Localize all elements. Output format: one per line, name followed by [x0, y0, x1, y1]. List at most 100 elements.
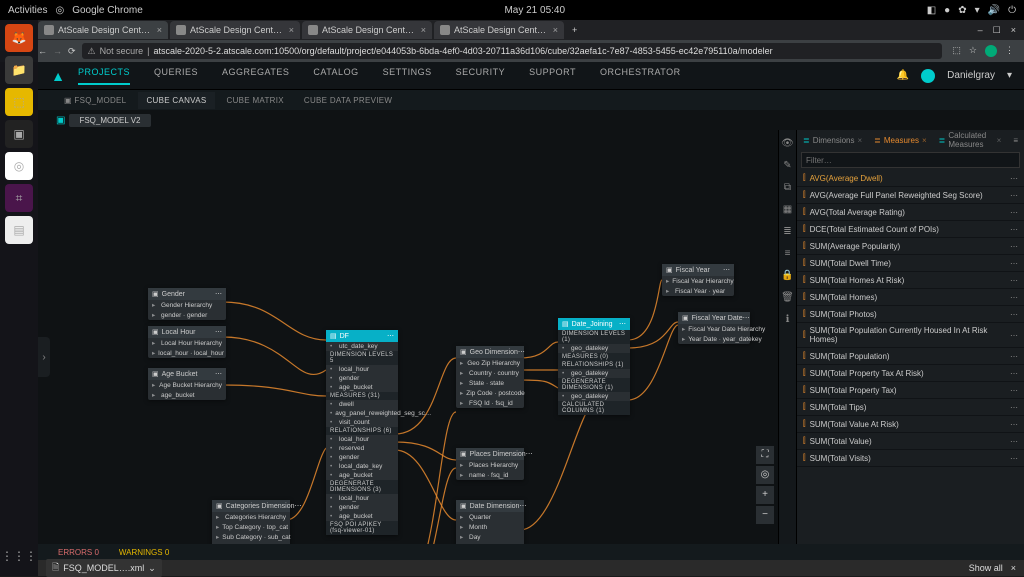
tool-grid-icon[interactable]: ▦ [781, 204, 795, 218]
node-header[interactable]: ▣Local Hour⋯ [148, 326, 226, 338]
more-icon[interactable]: ⋯ [1010, 331, 1018, 340]
node-menu-icon[interactable]: ⋯ [215, 370, 222, 378]
node-categories[interactable]: ▣Categories Dimension⋯▸Categories Hierar… [212, 500, 290, 544]
power-icon[interactable]: ⏻ [1008, 5, 1016, 16]
node-menu-icon[interactable]: ⋯ [518, 348, 525, 356]
node-row[interactable]: ▸ age_bucket [148, 390, 226, 400]
window-close-icon[interactable]: × [1011, 25, 1016, 36]
more-icon[interactable]: ⋯ [1010, 386, 1018, 395]
nav-support[interactable]: SUPPORT [529, 67, 576, 85]
node-row[interactable]: ▸ Year Date · year_datekey [678, 334, 750, 344]
launcher-firefox[interactable]: 🦊 [5, 24, 33, 52]
node-row[interactable]: ▸ gender · gender [148, 310, 226, 320]
close-icon[interactable]: × [157, 25, 162, 35]
download-chip[interactable]: 🗎 FSQ_MODEL….xml ⌄ [46, 559, 162, 577]
more-icon[interactable]: ⋯ [1010, 191, 1018, 200]
zoom-out-button[interactable]: − [756, 506, 774, 524]
node-header[interactable]: ▣Gender⋯ [148, 288, 226, 300]
active-app-label[interactable]: Google Chrome [72, 5, 143, 16]
browser-tab[interactable]: AtScale Design Center: C…× [38, 21, 168, 39]
measure-item[interactable]: ⫿AVG(Average Full Panel Reweighted Seg S… [797, 187, 1024, 204]
close-icon[interactable]: × [553, 25, 558, 35]
node-menu-icon[interactable]: ⋯ [526, 450, 533, 458]
launcher-chrome[interactable]: ◎ [5, 152, 33, 180]
node-section-header[interactable]: DEGENERATE DIMENSIONS (3) [326, 480, 398, 494]
node-row[interactable]: •utc_date_key [326, 342, 398, 351]
close-icon[interactable]: × [421, 25, 426, 35]
node-date-dim[interactable]: ▣Date Dimension⋯▸Quarter▸Month▸Day▸Date … [456, 500, 524, 544]
more-icon[interactable]: ⋯ [1010, 293, 1018, 302]
measure-item[interactable]: ⫿SUM(Total Visits)⋯ [797, 450, 1024, 467]
subtab-cube-data-preview[interactable]: CUBE DATA PREVIEW [296, 92, 400, 109]
more-icon[interactable]: ⋯ [1010, 242, 1018, 251]
panel-tab-calculated-measures[interactable]: ≣Calculated Measures× [933, 130, 1008, 153]
errors-label[interactable]: ERRORS 0 [58, 548, 99, 557]
node-fiscal-year-date[interactable]: ▣Fiscal Year Date⋯▸Fiscal Year Date Hier… [678, 312, 750, 344]
tool-eye-icon[interactable]: 👁 [781, 138, 795, 152]
browser-tab[interactable]: AtScale Design Center: A…× [302, 21, 432, 39]
panel-tab-dimensions[interactable]: ≣Dimensions× [797, 132, 868, 149]
nav-forward-icon[interactable]: → [53, 46, 62, 56]
browser-tab[interactable]: AtScale Design Center: P…× [170, 21, 300, 39]
panel-tab-measures[interactable]: ≣Measures× [868, 132, 933, 149]
node-header[interactable]: ▣Date Dimension⋯ [456, 500, 524, 512]
node-row[interactable]: •geo_datekey [558, 392, 630, 401]
measure-item[interactable]: ⫿SUM(Total Dwell Time)⋯ [797, 255, 1024, 272]
panel-menu-icon[interactable]: ≡ [1007, 132, 1024, 149]
tray-icon[interactable]: ◧ [927, 5, 936, 16]
tool-trash-icon[interactable]: 🗑 [781, 292, 795, 306]
nav-back-icon[interactable]: ← [38, 46, 47, 56]
node-section-header[interactable]: CALCULATED COLUMNS (1) [558, 401, 630, 415]
node-row[interactable]: •geo_datekey [558, 369, 630, 378]
more-icon[interactable]: ⋯ [1010, 276, 1018, 285]
more-icon[interactable]: ⋯ [1010, 437, 1018, 446]
measure-item[interactable]: ⫿SUM(Total Homes)⋯ [797, 289, 1024, 306]
tool-lock-icon[interactable]: 🔒 [781, 270, 795, 284]
chevron-down-icon[interactable]: ▾ [1007, 70, 1012, 81]
node-menu-icon[interactable]: ⋯ [519, 502, 526, 510]
node-header[interactable]: ▣Geo Dimension⋯ [456, 346, 524, 358]
node-row[interactable]: ▸Fiscal Year Hierarchy [662, 276, 734, 286]
node-section-header[interactable]: DEGENERATE DIMENSIONS (1) [558, 378, 630, 392]
node-menu-icon[interactable]: ⋯ [723, 266, 730, 274]
more-icon[interactable]: ⋯ [1010, 225, 1018, 234]
node-row[interactable]: •reserved [326, 444, 398, 453]
node-row[interactable]: ▸Date · datekey [456, 542, 524, 544]
chevron-down-icon[interactable]: ⌄ [148, 563, 156, 574]
node-section-header[interactable]: MEASURES (0) [558, 353, 630, 361]
avatar-icon[interactable] [921, 69, 935, 83]
measure-item[interactable]: ⫿SUM(Total Value)⋯ [797, 433, 1024, 450]
reload-icon[interactable]: ⟳ [68, 46, 76, 57]
extensions-icon[interactable]: ⬚ [952, 45, 961, 57]
node-row[interactable]: •age_bucket [326, 512, 398, 521]
bookmark-icon[interactable]: ☆ [969, 45, 977, 57]
nav-security[interactable]: SECURITY [456, 67, 506, 85]
measure-item[interactable]: ⫿SUM(Total Property Tax)⋯ [797, 382, 1024, 399]
more-icon[interactable]: ⋯ [1010, 310, 1018, 319]
window-minimize-icon[interactable]: – [978, 25, 983, 36]
measure-item[interactable]: ⫿SUM(Total Value At Risk)⋯ [797, 416, 1024, 433]
nav-orchestrator[interactable]: ORCHESTRATOR [600, 67, 681, 85]
measure-item[interactable]: ⫿AVG(Total Average Rating)⋯ [797, 204, 1024, 221]
close-icon[interactable]: × [289, 25, 294, 35]
node-row[interactable]: ▸ Country · country [456, 368, 524, 378]
tool-edit-icon[interactable]: ✎ [781, 160, 795, 174]
breadcrumb[interactable]: FSQ_MODEL V2 [69, 114, 150, 127]
window-maximize-icon[interactable]: ☐ [993, 25, 1001, 36]
zoom-in-button[interactable]: + [756, 486, 774, 504]
atscale-logo-icon[interactable]: ▲ [38, 68, 78, 84]
node-header[interactable]: ▣Age Bucket⋯ [148, 368, 226, 380]
node-local-hour[interactable]: ▣Local Hour⋯▸Local Hour Hierarchy▸ local… [148, 326, 226, 358]
node-places-dim[interactable]: ▣Places Dimension⋯▸Places Hierarchy▸ nam… [456, 448, 524, 480]
close-icon[interactable]: × [922, 136, 927, 145]
node-row[interactable]: •visit_count [326, 418, 398, 427]
show-all-button[interactable]: Show all [969, 563, 1003, 573]
tool-link-icon[interactable]: ⧉ [781, 182, 795, 196]
node-row[interactable]: •gender [326, 453, 398, 462]
node-header[interactable]: ▣Fiscal Year Date⋯ [678, 312, 750, 324]
nav-aggregates[interactable]: AGGREGATES [222, 67, 289, 85]
node-row[interactable]: •age_bucket [326, 471, 398, 480]
node-section-header[interactable]: MEASURES (31) [326, 392, 398, 400]
node-fiscal-year[interactable]: ▣Fiscal Year⋯▸Fiscal Year Hierarchy▸ Fis… [662, 264, 734, 296]
node-row[interactable]: ▸ State · state [456, 378, 524, 388]
